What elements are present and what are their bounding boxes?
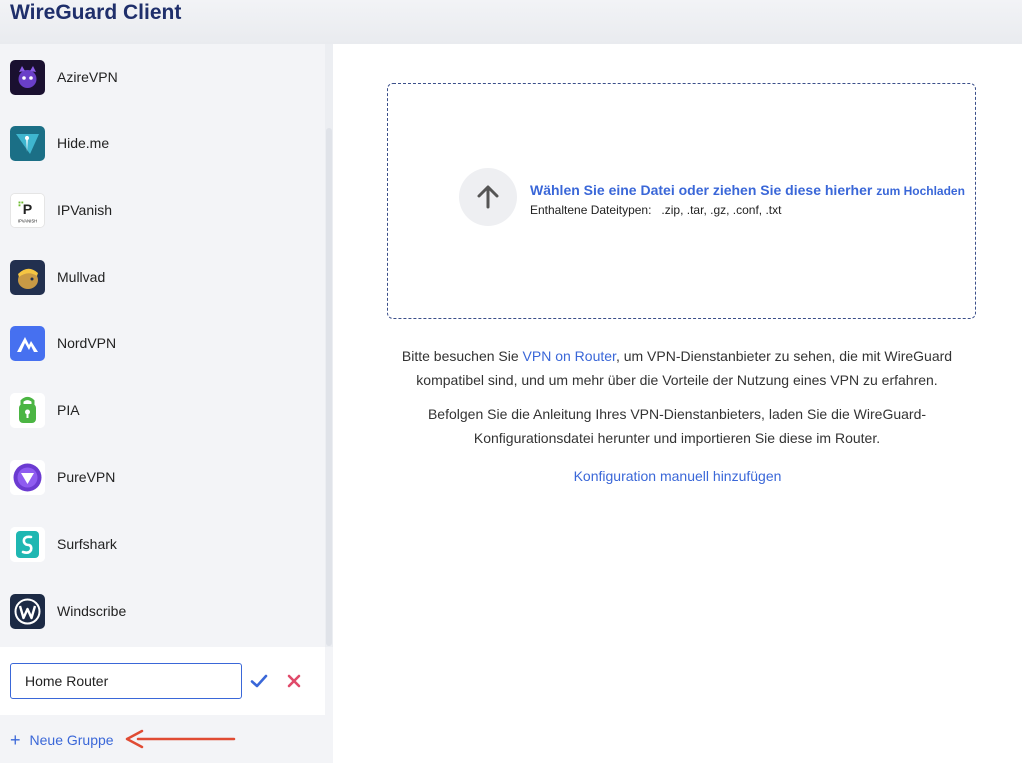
- new-group-button[interactable]: + Neue Gruppe: [10, 730, 114, 750]
- file-dropzone[interactable]: Wählen Sie eine Datei oder ziehen Sie di…: [387, 83, 976, 319]
- sidebar-scrollbar[interactable]: [325, 44, 333, 647]
- provider-label: Surfshark: [57, 536, 117, 552]
- purevpn-logo-icon: [10, 459, 45, 495]
- group-name-input[interactable]: [10, 663, 242, 699]
- provider-label: PureVPN: [57, 469, 116, 485]
- new-group-label: Neue Gruppe: [29, 732, 114, 748]
- provider-item-windscribe[interactable]: Windscribe: [0, 578, 325, 644]
- provider-label: NordVPN: [57, 335, 117, 351]
- arrow-up-icon: [477, 185, 499, 209]
- svg-text:P: P: [23, 200, 32, 216]
- upload-text: Wählen Sie eine Datei oder ziehen Sie di…: [530, 182, 970, 217]
- file-types: Enthaltene Dateitypen: .zip, .tar, .gz, .…: [530, 203, 970, 217]
- provider-item-hideme[interactable]: Hide.me: [0, 110, 325, 176]
- info-paragraph-1: Bitte besuchen Sie VPN on Router, um VPN…: [373, 344, 981, 392]
- ipvanish-logo-icon: P IPVANISH: [10, 192, 45, 228]
- annotation-arrow-icon: [125, 729, 236, 749]
- cancel-group-button[interactable]: [284, 671, 304, 691]
- surfshark-logo-icon: [10, 526, 45, 562]
- upload-prompt: Wählen Sie eine Datei oder ziehen Sie di…: [530, 182, 970, 198]
- provider-item-azirevpn[interactable]: AzireVPN: [0, 44, 325, 110]
- file-types-label: Enthaltene Dateitypen:: [530, 203, 652, 217]
- provider-item-ipvanish[interactable]: P IPVANISH IPVanish: [0, 177, 325, 243]
- upload-button[interactable]: [459, 168, 517, 226]
- nordvpn-logo-icon: [10, 325, 45, 361]
- file-types-list: .zip, .tar, .gz, .conf, .txt: [661, 203, 782, 217]
- group-edit-row: [0, 647, 325, 715]
- mullvad-logo-icon: [10, 259, 45, 295]
- provider-item-mullvad[interactable]: Mullvad: [0, 244, 325, 310]
- check-icon: [250, 674, 268, 688]
- hideme-logo-icon: [10, 125, 45, 161]
- sidebar: AzireVPN Hide.me P IPVANISH IPVanish Mull…: [0, 44, 333, 763]
- app-header: WireGuard Client: [0, 0, 1022, 44]
- provider-label: AzireVPN: [57, 69, 118, 85]
- provider-label: IPVanish: [57, 202, 112, 218]
- upload-prompt-small: zum Hochladen: [876, 184, 965, 198]
- provider-label: Hide.me: [57, 135, 110, 151]
- vpn-on-router-link[interactable]: VPN on Router: [523, 348, 616, 364]
- provider-item-surfshark[interactable]: Surfshark: [0, 511, 325, 577]
- plus-icon: +: [10, 730, 21, 750]
- main-content: Wählen Sie eine Datei oder ziehen Sie di…: [333, 44, 1022, 763]
- windscribe-logo-icon: [10, 593, 45, 629]
- sidebar-scrollbar-thumb[interactable]: [326, 128, 332, 646]
- provider-item-pia[interactable]: PIA: [0, 377, 325, 443]
- upload-prompt-main: Wählen Sie eine Datei oder ziehen Sie di…: [530, 182, 873, 198]
- provider-item-nordvpn[interactable]: NordVPN: [0, 310, 325, 376]
- provider-label: PIA: [57, 402, 80, 418]
- app-title: WireGuard Client: [10, 1, 182, 24]
- ipvanish-logo-text: IPVANISH: [18, 218, 37, 223]
- provider-label: Mullvad: [57, 269, 106, 285]
- pia-logo-icon: [10, 392, 45, 428]
- info-text: Bitte besuchen Sie VPN on Router, um VPN…: [373, 344, 981, 460]
- close-icon: [287, 674, 301, 688]
- manual-config-link[interactable]: Konfiguration manuell hinzufügen: [333, 468, 1022, 484]
- confirm-group-button[interactable]: [249, 671, 269, 691]
- info-paragraph-2: Befolgen Sie die Anleitung Ihres VPN-Die…: [427, 406, 927, 446]
- info-p1-before: Bitte besuchen Sie: [401, 348, 519, 364]
- azirevpn-logo-icon: [10, 59, 45, 95]
- provider-label: Windscribe: [57, 603, 127, 619]
- provider-item-purevpn[interactable]: PureVPN: [0, 444, 325, 510]
